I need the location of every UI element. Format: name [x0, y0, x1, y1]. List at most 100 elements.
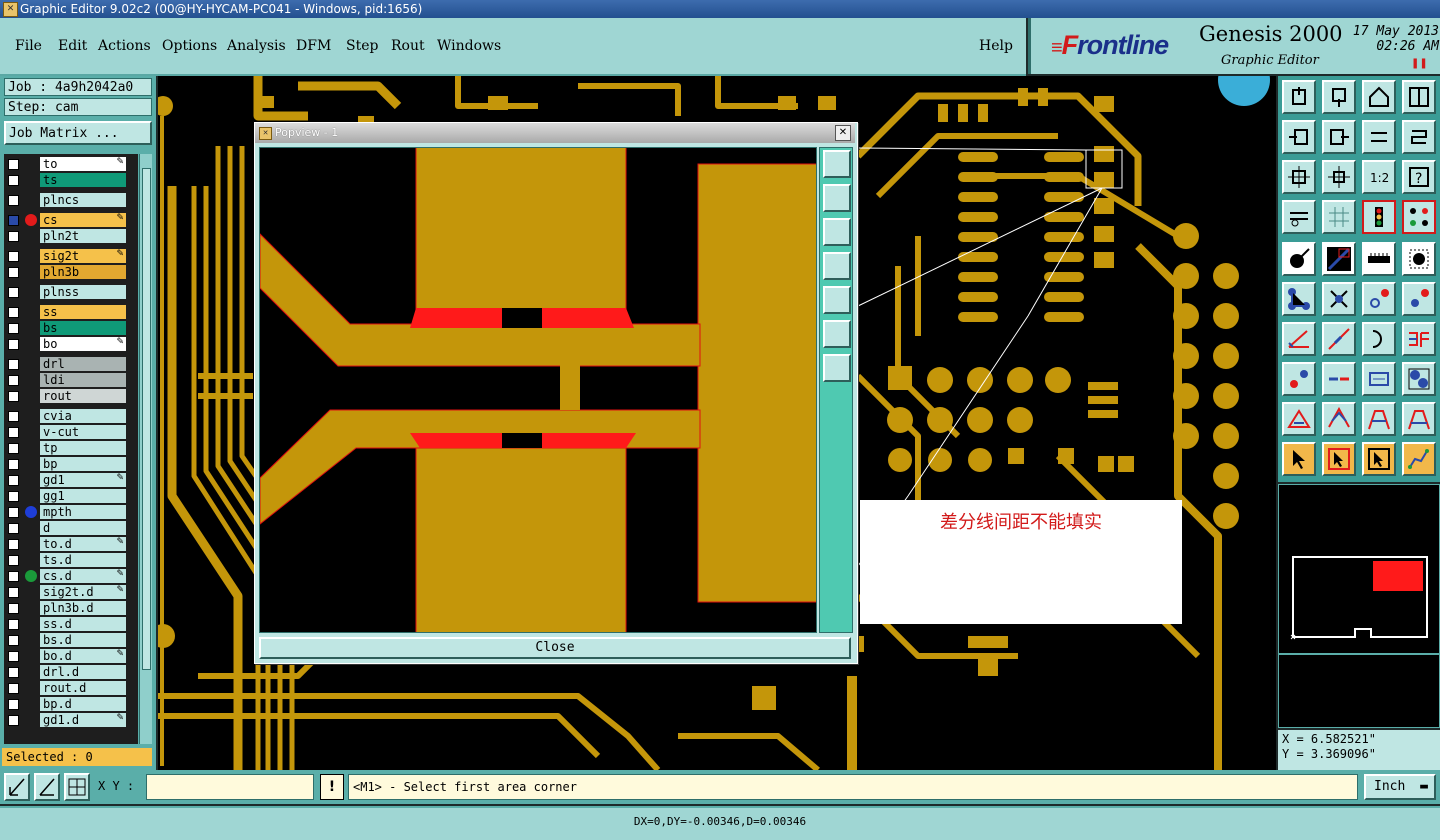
- pan-right-icon[interactable]: [1322, 120, 1356, 154]
- menu-rout[interactable]: Rout: [391, 38, 425, 54]
- layer-name[interactable]: bo.d: [40, 649, 126, 663]
- layer-row-plnss[interactable]: plnss: [6, 285, 126, 300]
- menu-step[interactable]: Step: [346, 38, 378, 54]
- layer-checkbox[interactable]: [8, 215, 19, 226]
- layer-name[interactable]: cs: [40, 213, 126, 227]
- layer-row-rout.d[interactable]: rout.d: [6, 681, 126, 696]
- layer-row-gg1[interactable]: gg1: [6, 489, 126, 504]
- layer-row-gd1[interactable]: gd1 ✎: [6, 473, 126, 488]
- snap-grid-icon[interactable]: [64, 773, 90, 801]
- add-pad-icon[interactable]: [1282, 242, 1316, 276]
- triangle-cut-icon[interactable]: [1402, 402, 1436, 436]
- layer-name[interactable]: pln2t: [40, 229, 126, 243]
- menu-dfm[interactable]: DFM: [296, 38, 331, 54]
- layer-name[interactable]: cvia: [40, 409, 126, 423]
- layer-checkbox[interactable]: [8, 427, 19, 438]
- select-area-icon[interactable]: [1402, 242, 1436, 276]
- popview-pan-right-icon[interactable]: [823, 286, 851, 314]
- layer-checkbox[interactable]: [8, 375, 19, 386]
- layer-name[interactable]: drl.d: [40, 665, 126, 679]
- redraw-icon[interactable]: [1402, 120, 1436, 154]
- popview-fit-icon[interactable]: [823, 150, 851, 178]
- scale-1-2-icon[interactable]: 1:2: [1362, 160, 1396, 194]
- layer-row-drl[interactable]: drl: [6, 357, 126, 372]
- board-overview[interactable]: [1278, 484, 1440, 654]
- layer-checkbox[interactable]: [8, 359, 19, 370]
- layer-checkbox[interactable]: [8, 391, 19, 402]
- layer-row-to[interactable]: to ✎: [6, 157, 126, 172]
- execute-button[interactable]: !: [320, 774, 344, 800]
- layer-row-bp.d[interactable]: bp.d: [6, 697, 126, 712]
- grid-icon[interactable]: [1322, 200, 1356, 234]
- layer-row-pln3b[interactable]: pln3b: [6, 265, 126, 280]
- layer-checkbox[interactable]: [8, 555, 19, 566]
- layer-checkbox[interactable]: [8, 159, 19, 170]
- layer-name[interactable]: bp.d: [40, 697, 126, 711]
- pause-icon[interactable]: ❚❚: [1411, 58, 1428, 69]
- layer-row-sig2t[interactable]: sig2t ✎: [6, 249, 126, 264]
- zoom-home-icon[interactable]: [1282, 80, 1316, 114]
- ruler-icon[interactable]: [1362, 242, 1396, 276]
- layer-checkbox[interactable]: [8, 287, 19, 298]
- add-line-icon[interactable]: [1322, 242, 1356, 276]
- layer-name[interactable]: gd1: [40, 473, 126, 487]
- layer-name[interactable]: plnss: [40, 285, 126, 299]
- layer-row-tp[interactable]: tp: [6, 441, 126, 456]
- layer-checkbox[interactable]: [8, 339, 19, 350]
- slice-line-icon[interactable]: [1322, 322, 1356, 356]
- layer-row-drl.d[interactable]: drl.d: [6, 665, 126, 680]
- layer-name[interactable]: ts: [40, 173, 126, 187]
- popview-canvas[interactable]: [259, 147, 817, 633]
- zoom-fit-icon[interactable]: [1282, 160, 1316, 194]
- angle-icon[interactable]: [1282, 322, 1316, 356]
- menu-edit[interactable]: Edit: [58, 38, 87, 54]
- layer-checkbox[interactable]: [8, 459, 19, 470]
- layer-checkbox[interactable]: [8, 491, 19, 502]
- layer-name[interactable]: bs.d: [40, 633, 126, 647]
- layer-checkbox[interactable]: [8, 699, 19, 710]
- layer-row-bo[interactable]: bo ✎: [6, 337, 126, 352]
- layer-row-pln2t[interactable]: pln2t: [6, 229, 126, 244]
- layer-checkbox[interactable]: [8, 667, 19, 678]
- triangle-icon[interactable]: [1282, 402, 1316, 436]
- pointer-icon[interactable]: [1282, 442, 1316, 476]
- layer-name[interactable]: ss.d: [40, 617, 126, 631]
- group-icon[interactable]: [1402, 362, 1436, 396]
- layer-name[interactable]: to.d: [40, 537, 126, 551]
- layer-name[interactable]: gg1: [40, 489, 126, 503]
- layer-checkbox[interactable]: [8, 175, 19, 186]
- layer-checkbox[interactable]: [8, 603, 19, 614]
- pointer-area-icon[interactable]: [1362, 442, 1396, 476]
- layer-row-ts.d[interactable]: ts.d: [6, 553, 126, 568]
- zoom-down-icon[interactable]: [1322, 80, 1356, 114]
- layer-name[interactable]: to: [40, 157, 126, 171]
- triangle-move-icon[interactable]: [1322, 402, 1356, 436]
- layer-checkbox[interactable]: [8, 475, 19, 486]
- layer-checkbox[interactable]: [8, 443, 19, 454]
- layer-name[interactable]: rout.d: [40, 681, 126, 695]
- tools-icon[interactable]: [1282, 200, 1316, 234]
- layer-name[interactable]: tp: [40, 441, 126, 455]
- layer-row-d[interactable]: d: [6, 521, 126, 536]
- layer-checkbox[interactable]: [8, 411, 19, 422]
- layer-name[interactable]: mpth: [40, 505, 126, 519]
- scroll-thumb[interactable]: [142, 168, 151, 670]
- layer-name[interactable]: bs: [40, 321, 126, 335]
- layer-name[interactable]: ss: [40, 305, 126, 319]
- layer-name[interactable]: pln3b: [40, 265, 126, 279]
- layer-name[interactable]: v-cut: [40, 425, 126, 439]
- center-icon[interactable]: [1322, 160, 1356, 194]
- layer-row-v-cut[interactable]: v-cut: [6, 425, 126, 440]
- layer-name[interactable]: pln3b.d: [40, 601, 126, 615]
- line-join-icon[interactable]: [1322, 362, 1356, 396]
- popview-titlebar[interactable]: ✕ Popview - 1 ✕: [255, 123, 855, 143]
- layer-name[interactable]: rout: [40, 389, 126, 403]
- layer-row-mpth[interactable]: mpth: [6, 505, 126, 520]
- layer-checkbox[interactable]: [8, 195, 19, 206]
- connect-pads-icon[interactable]: [1282, 282, 1316, 316]
- layer-row-ss.d[interactable]: ss.d: [6, 617, 126, 632]
- xy-input[interactable]: [146, 774, 314, 800]
- move-pad-icon[interactable]: [1362, 282, 1396, 316]
- layer-row-bs.d[interactable]: bs.d: [6, 633, 126, 648]
- layer-row-cvia[interactable]: cvia: [6, 409, 126, 424]
